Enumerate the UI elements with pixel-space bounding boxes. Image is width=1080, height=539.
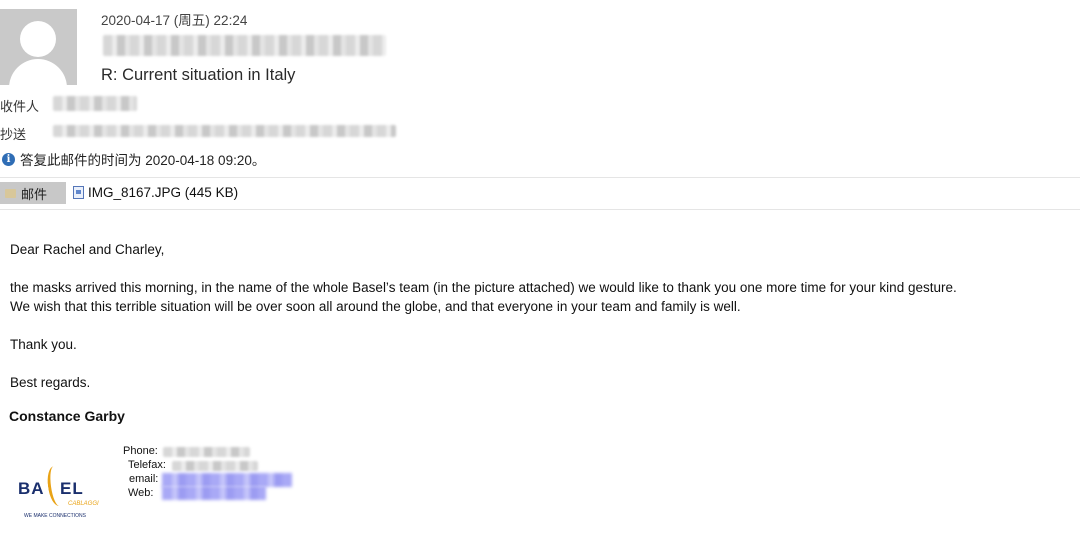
- web-label: Web:: [128, 487, 154, 499]
- phone-label: Phone:: [123, 445, 158, 457]
- email-link-redacted[interactable]: [162, 473, 292, 487]
- phone-redacted: [163, 447, 250, 457]
- reply-info-text: 答复此邮件的时间为 2020-04-18 09:20。: [20, 153, 266, 168]
- company-logo: BA EL CABLAGGI WE MAKE CONNECTIONS: [16, 460, 100, 524]
- email-subject: R: Current situation in Italy: [101, 66, 296, 84]
- signature-name: Constance Garby: [9, 408, 125, 424]
- to-recipient-redacted[interactable]: [53, 96, 137, 111]
- sender-redacted: [103, 35, 386, 56]
- logo-text-right: EL: [60, 479, 84, 498]
- body-line-2: We wish that this terrible situation wil…: [10, 299, 741, 314]
- header-divider: [0, 177, 1080, 178]
- attachment-file[interactable]: IMG_8167.JPG (445 KB): [73, 185, 238, 200]
- logo-subtitle: CABLAGGI: [68, 501, 99, 507]
- cc-recipients-redacted[interactable]: [53, 125, 396, 137]
- mail-tab-label: 邮件: [21, 186, 48, 202]
- greeting: Dear Rachel and Charley,: [10, 242, 165, 257]
- attachment-file-name: IMG_8167.JPG (445 KB): [88, 185, 239, 200]
- web-link-redacted[interactable]: [162, 486, 266, 500]
- attachment-divider: [0, 209, 1080, 210]
- email-date: 2020-04-17 (周五) 22:24: [101, 13, 248, 28]
- to-label: 收件人: [0, 99, 40, 114]
- logo-text-left: BA: [18, 479, 45, 498]
- cc-label: 抄送: [0, 127, 27, 142]
- telefax-label: Telefax:: [128, 459, 166, 471]
- thanks-line: Thank you.: [10, 337, 77, 352]
- sender-avatar: [0, 9, 77, 85]
- avatar-body-shape: [9, 59, 67, 85]
- attachment-bar: 邮件 IMG_8167.JPG (445 KB): [0, 179, 1080, 208]
- logo-tagline: WE MAKE CONNECTIONS: [24, 513, 86, 519]
- mail-tab[interactable]: 邮件: [0, 182, 66, 204]
- info-icon: i: [2, 152, 15, 166]
- telefax-redacted: [172, 461, 258, 471]
- regards-line: Best regards.: [10, 375, 91, 390]
- email-label: email:: [129, 473, 159, 485]
- mail-icon: [5, 188, 16, 198]
- image-file-icon: [73, 186, 84, 199]
- reply-info-row: i 答复此邮件的时间为 2020-04-18 09:20。: [2, 149, 265, 169]
- avatar-head-shape: [20, 21, 56, 57]
- body-line-1: the masks arrived this morning, in the n…: [10, 280, 957, 295]
